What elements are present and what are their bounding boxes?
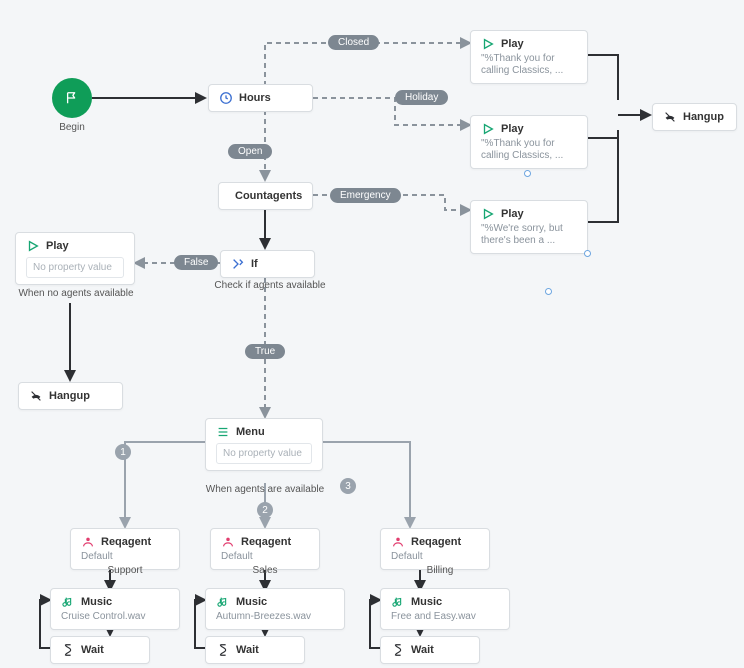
hangup-icon xyxy=(663,110,677,124)
reqagent-billing-caption: Billing xyxy=(400,565,480,576)
menu-title: Menu xyxy=(236,426,265,438)
play-closed-sub: "%Thank you for calling Classics, ... xyxy=(481,53,577,77)
hourglass-icon xyxy=(61,643,75,657)
if-title: If xyxy=(251,258,258,270)
reqagent-sales-sub: Default xyxy=(221,551,309,563)
reqagent-sales-title: Reqagent xyxy=(241,536,291,548)
agent-icon xyxy=(221,535,235,549)
play-closed-title: Play xyxy=(501,38,524,50)
reqagent-billing-sub: Default xyxy=(391,551,479,563)
music-sales-sub: Autumn-Breezes.wav xyxy=(216,611,334,623)
music-icon xyxy=(391,595,405,609)
pill-false: False xyxy=(174,255,218,270)
agent-icon xyxy=(391,535,405,549)
pill-true: True xyxy=(245,344,285,359)
play-icon xyxy=(481,122,495,136)
play-icon xyxy=(481,37,495,51)
music-billing-sub: Free and Easy.wav xyxy=(391,611,499,623)
play-noagents-node[interactable]: Play No property value xyxy=(15,232,135,285)
play-icon xyxy=(26,239,40,253)
play-holiday-node[interactable]: Play "%Thank you for calling Classics, .… xyxy=(470,115,588,169)
hourglass-icon xyxy=(391,643,405,657)
reqagent-sales-node[interactable]: Reqagent Default xyxy=(210,528,320,570)
music-billing-title: Music xyxy=(411,596,442,608)
begin-label: Begin xyxy=(40,122,104,133)
reqagent-support-node[interactable]: Reqagent Default xyxy=(70,528,180,570)
play-holiday-sub: "%Thank you for calling Classics, ... xyxy=(481,138,577,162)
hangup-node-2[interactable]: Hangup xyxy=(652,103,737,131)
music-support-title: Music xyxy=(81,596,112,608)
wait-sales-node[interactable]: Wait xyxy=(205,636,305,664)
list-icon xyxy=(216,425,230,439)
play-closed-node[interactable]: Play "%Thank you for calling Classics, .… xyxy=(470,30,588,84)
play-holiday-title: Play xyxy=(501,123,524,135)
wait-sales-title: Wait xyxy=(236,644,259,656)
if-caption: Check if agents available xyxy=(200,280,340,291)
play-noagents-caption: When no agents available xyxy=(6,288,146,299)
reqagent-support-title: Reqagent xyxy=(101,536,151,548)
pill-open: Open xyxy=(228,144,272,159)
agent-icon xyxy=(81,535,95,549)
hangup-1-title: Hangup xyxy=(49,390,90,402)
countagents-title: Countagents xyxy=(235,190,302,202)
pill-emergency: Emergency xyxy=(330,188,401,203)
music-support-sub: Cruise Control.wav xyxy=(61,611,169,623)
wait-support-title: Wait xyxy=(81,644,104,656)
branch-num-1: 1 xyxy=(115,444,131,460)
reqagent-sales-caption: Sales xyxy=(225,565,305,576)
music-billing-node[interactable]: Music Free and Easy.wav xyxy=(380,588,510,630)
countagents-node[interactable]: Countagents xyxy=(218,182,313,210)
reqagent-billing-node[interactable]: Reqagent Default xyxy=(380,528,490,570)
hangup-icon xyxy=(29,389,43,403)
music-sales-title: Music xyxy=(236,596,267,608)
hours-title: Hours xyxy=(239,92,271,104)
music-icon xyxy=(216,595,230,609)
begin-node[interactable] xyxy=(52,78,92,118)
music-icon xyxy=(61,595,75,609)
menu-node[interactable]: Menu No property value xyxy=(205,418,323,471)
hangup-node-1[interactable]: Hangup xyxy=(18,382,123,410)
play-icon xyxy=(481,207,495,221)
play-emergency-node[interactable]: Play "%We're sorry, but there's been a .… xyxy=(470,200,588,254)
hourglass-icon xyxy=(216,643,230,657)
music-support-node[interactable]: Music Cruise Control.wav xyxy=(50,588,180,630)
play-noagents-prop: No property value xyxy=(26,257,124,278)
wait-billing-title: Wait xyxy=(411,644,434,656)
branch-num-2: 2 xyxy=(257,502,273,518)
menu-caption: When agents are available xyxy=(195,484,335,495)
music-sales-node[interactable]: Music Autumn-Breezes.wav xyxy=(205,588,345,630)
port-dot[interactable] xyxy=(524,170,531,177)
hangup-2-title: Hangup xyxy=(683,111,724,123)
flag-icon xyxy=(65,91,79,105)
play-noagents-title: Play xyxy=(46,240,69,252)
pill-closed: Closed xyxy=(328,35,379,50)
reqagent-billing-title: Reqagent xyxy=(411,536,461,548)
branch-icon xyxy=(231,257,245,271)
reqagent-support-caption: Support xyxy=(80,565,170,576)
wait-billing-node[interactable]: Wait xyxy=(380,636,480,664)
menu-prop: No property value xyxy=(216,443,312,464)
reqagent-support-sub: Default xyxy=(81,551,169,563)
play-emergency-title: Play xyxy=(501,208,524,220)
branch-num-3: 3 xyxy=(340,478,356,494)
port-dot[interactable] xyxy=(584,250,591,257)
play-emergency-sub: "%We're sorry, but there's been a ... xyxy=(481,223,577,247)
port-dot[interactable] xyxy=(545,288,552,295)
clock-icon xyxy=(219,91,233,105)
pill-holiday: Holiday xyxy=(395,90,448,105)
wait-support-node[interactable]: Wait xyxy=(50,636,150,664)
if-node[interactable]: If xyxy=(220,250,315,278)
hours-node[interactable]: Hours xyxy=(208,84,313,112)
